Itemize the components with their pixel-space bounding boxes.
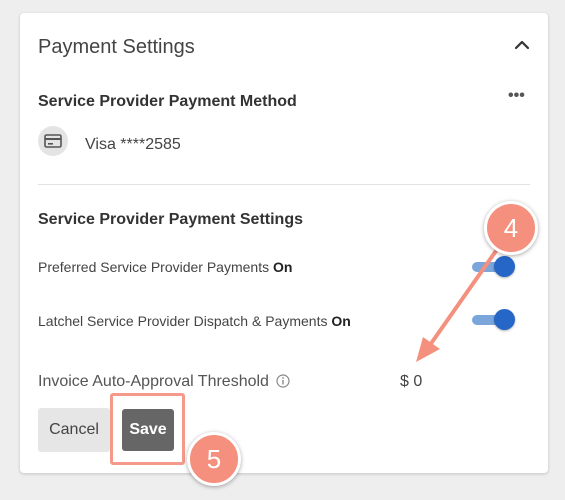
preferred-payments-state: On [272, 259, 293, 275]
save-button[interactable]: Save [122, 409, 174, 451]
payment-settings-heading: Service Provider Payment Settings [38, 211, 303, 228]
chevron-up-icon[interactable] [512, 35, 532, 55]
payment-method-heading: Service Provider Payment Method [38, 93, 297, 110]
more-options-icon[interactable]: ••• [508, 87, 525, 105]
preferred-payments-toggle[interactable] [470, 255, 515, 277]
credit-card-icon [38, 126, 68, 156]
info-icon[interactable] [276, 374, 291, 388]
panel-title: Payment Settings [38, 36, 195, 58]
threshold-label: Invoice Auto-Approval Threshold [38, 373, 291, 391]
card-number-text: Visa ****2585 [85, 136, 181, 153]
preferred-payments-label: Preferred Service Provider Payments On [38, 259, 293, 275]
section-divider [38, 184, 530, 185]
threshold-value[interactable]: $ 0 [400, 373, 422, 391]
dispatch-payments-state: On [331, 313, 351, 329]
step-4-badge: 4 [484, 201, 538, 255]
dispatch-payments-label: Latchel Service Provider Dispatch & Paym… [38, 313, 351, 329]
step-5-badge: 5 [187, 432, 241, 486]
dispatch-payments-toggle[interactable] [470, 308, 515, 330]
cancel-button[interactable]: Cancel [38, 408, 110, 452]
payment-settings-panel: Payment Settings Service Provider Paymen… [20, 13, 548, 473]
